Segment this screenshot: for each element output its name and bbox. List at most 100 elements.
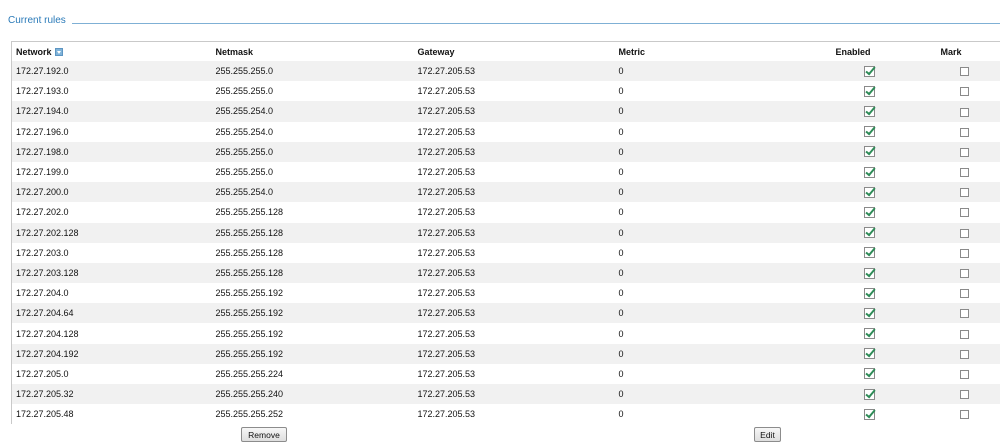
mark-checkbox[interactable]	[959, 248, 969, 258]
cell-gateway: 172.27.205.53	[413, 141, 615, 162]
enabled-checkbox[interactable]	[863, 408, 875, 420]
remove-button[interactable]: Remove	[241, 427, 287, 442]
cell-metric: 0	[614, 323, 811, 344]
enabled-checkbox[interactable]	[863, 206, 875, 218]
enabled-checkbox[interactable]	[863, 307, 875, 319]
section-title: Current rules	[8, 15, 66, 26]
table-row[interactable]: 172.27.205.48 255.255.255.252 172.27.205.5…	[11, 404, 1000, 425]
cell-metric: 0	[614, 61, 811, 82]
cell-metric: 0	[614, 161, 811, 183]
cell-gateway: 172.27.205.53	[413, 404, 615, 425]
cell-network: 172.27.204.192	[11, 343, 212, 364]
enabled-checkbox[interactable]	[863, 328, 875, 340]
table-row[interactable]: 172.27.204.64 255.255.255.192 172.27.205.5…	[11, 303, 1000, 324]
enabled-checkbox[interactable]	[863, 65, 875, 77]
enabled-checkbox[interactable]	[863, 106, 875, 118]
cell-gateway: 172.27.205.53	[413, 61, 615, 82]
table-row[interactable]: 172.27.192.0 255.255.255.0 172.27.205.53 0	[11, 61, 1000, 82]
table-row[interactable]: 172.27.198.0 255.255.255.0 172.27.205.53 0	[11, 141, 1000, 162]
table-row[interactable]: 172.27.194.0 255.255.254.0 172.27.205.53 0	[11, 101, 1000, 122]
column-header-mark[interactable]: Mark	[927, 41, 1000, 61]
table-row[interactable]: 172.27.193.0 255.255.255.0 172.27.205.53 0	[11, 81, 1000, 102]
section-divider	[72, 23, 1000, 24]
table-row[interactable]: 172.27.200.0 255.255.254.0 172.27.205.53 0	[11, 182, 1000, 203]
mark-checkbox[interactable]	[959, 147, 969, 157]
table-row[interactable]: 172.27.204.0 255.255.255.192 172.27.205.53…	[11, 283, 1000, 304]
cell-network: 172.27.198.0	[11, 141, 212, 162]
enabled-checkbox[interactable]	[863, 368, 875, 380]
edit-button[interactable]: Edit	[754, 427, 781, 442]
cell-metric: 0	[614, 404, 811, 425]
table-row[interactable]: 172.27.203.128 255.255.255.128 172.27.205.…	[11, 262, 1000, 284]
table-row[interactable]: 172.27.196.0 255.255.254.0 172.27.205.53 0	[11, 121, 1000, 142]
cell-mark	[927, 323, 1000, 344]
cell-enabled	[810, 343, 928, 364]
enabled-checkbox[interactable]	[863, 348, 875, 360]
mark-checkbox[interactable]	[959, 87, 969, 97]
cell-enabled	[810, 303, 928, 324]
cell-metric: 0	[614, 283, 811, 304]
cell-mark	[927, 343, 1000, 364]
column-header-metric[interactable]: Metric	[614, 41, 811, 61]
cell-enabled	[810, 262, 928, 284]
mark-checkbox[interactable]	[959, 369, 969, 379]
enabled-checkbox[interactable]	[863, 267, 875, 279]
mark-checkbox[interactable]	[959, 349, 969, 359]
enabled-checkbox[interactable]	[863, 186, 875, 198]
table-row[interactable]: 172.27.203.0 255.255.255.128 172.27.205.53…	[11, 242, 1000, 263]
cell-gateway: 172.27.205.53	[413, 81, 615, 102]
mark-checkbox[interactable]	[959, 309, 969, 319]
table-row[interactable]: 172.27.204.192 255.255.255.192 172.27.205.…	[11, 343, 1000, 364]
table-row[interactable]: 172.27.202.0 255.255.255.128 172.27.205.53…	[11, 202, 1000, 223]
mark-checkbox[interactable]	[959, 168, 969, 178]
column-header-enabled[interactable]: Enabled	[810, 41, 928, 61]
enabled-checkbox[interactable]	[863, 227, 875, 239]
enabled-checkbox[interactable]	[863, 146, 875, 158]
cell-netmask: 255.255.255.0	[211, 81, 414, 102]
enabled-checkbox[interactable]	[863, 287, 875, 299]
mark-checkbox[interactable]	[959, 410, 969, 420]
mark-checkbox[interactable]	[959, 390, 969, 400]
cell-enabled	[810, 182, 928, 203]
cell-enabled	[810, 161, 928, 183]
cell-metric: 0	[614, 222, 811, 243]
table-row[interactable]: 172.27.205.0 255.255.255.224 172.27.205.53…	[11, 363, 1000, 384]
enabled-checkbox[interactable]	[863, 126, 875, 138]
cell-gateway: 172.27.205.53	[413, 363, 615, 384]
column-header-network[interactable]: Network	[11, 41, 212, 61]
cell-netmask: 255.255.255.192	[211, 303, 414, 324]
cell-gateway: 172.27.205.53	[413, 202, 615, 223]
cell-enabled	[810, 404, 928, 425]
cell-netmask: 255.255.255.0	[211, 141, 414, 162]
mark-checkbox[interactable]	[959, 208, 969, 218]
enabled-checkbox[interactable]	[863, 247, 875, 259]
cell-gateway: 172.27.205.53	[413, 121, 615, 142]
cell-netmask: 255.255.255.192	[211, 343, 414, 364]
column-header-netmask[interactable]: Netmask	[211, 41, 414, 61]
enabled-checkbox[interactable]	[863, 166, 875, 178]
cell-gateway: 172.27.205.53	[413, 161, 615, 183]
column-header-gateway[interactable]: Gateway	[413, 41, 615, 61]
mark-checkbox[interactable]	[959, 329, 969, 339]
cell-enabled	[810, 81, 928, 102]
cell-metric: 0	[614, 363, 811, 384]
enabled-checkbox[interactable]	[863, 388, 875, 400]
sort-descending-icon[interactable]	[54, 47, 63, 56]
mark-checkbox[interactable]	[959, 127, 969, 137]
table-row[interactable]: 172.27.202.128 255.255.255.128 172.27.205.…	[11, 222, 1000, 243]
enabled-checkbox[interactable]	[863, 85, 875, 97]
mark-checkbox[interactable]	[959, 188, 969, 198]
cell-mark	[927, 81, 1000, 102]
cell-mark	[927, 384, 1000, 405]
cell-gateway: 172.27.205.53	[413, 242, 615, 263]
table-row[interactable]: 172.27.204.128 255.255.255.192 172.27.205.…	[11, 323, 1000, 344]
table-row[interactable]: 172.27.199.0 255.255.255.0 172.27.205.53 0	[11, 161, 1000, 183]
mark-checkbox[interactable]	[959, 107, 969, 117]
cell-gateway: 172.27.205.53	[413, 283, 615, 304]
mark-checkbox[interactable]	[959, 228, 969, 238]
cell-mark	[927, 363, 1000, 384]
mark-checkbox[interactable]	[959, 67, 969, 77]
mark-checkbox[interactable]	[959, 289, 969, 299]
mark-checkbox[interactable]	[959, 269, 969, 279]
table-row[interactable]: 172.27.205.32 255.255.255.240 172.27.205.5…	[11, 384, 1000, 405]
